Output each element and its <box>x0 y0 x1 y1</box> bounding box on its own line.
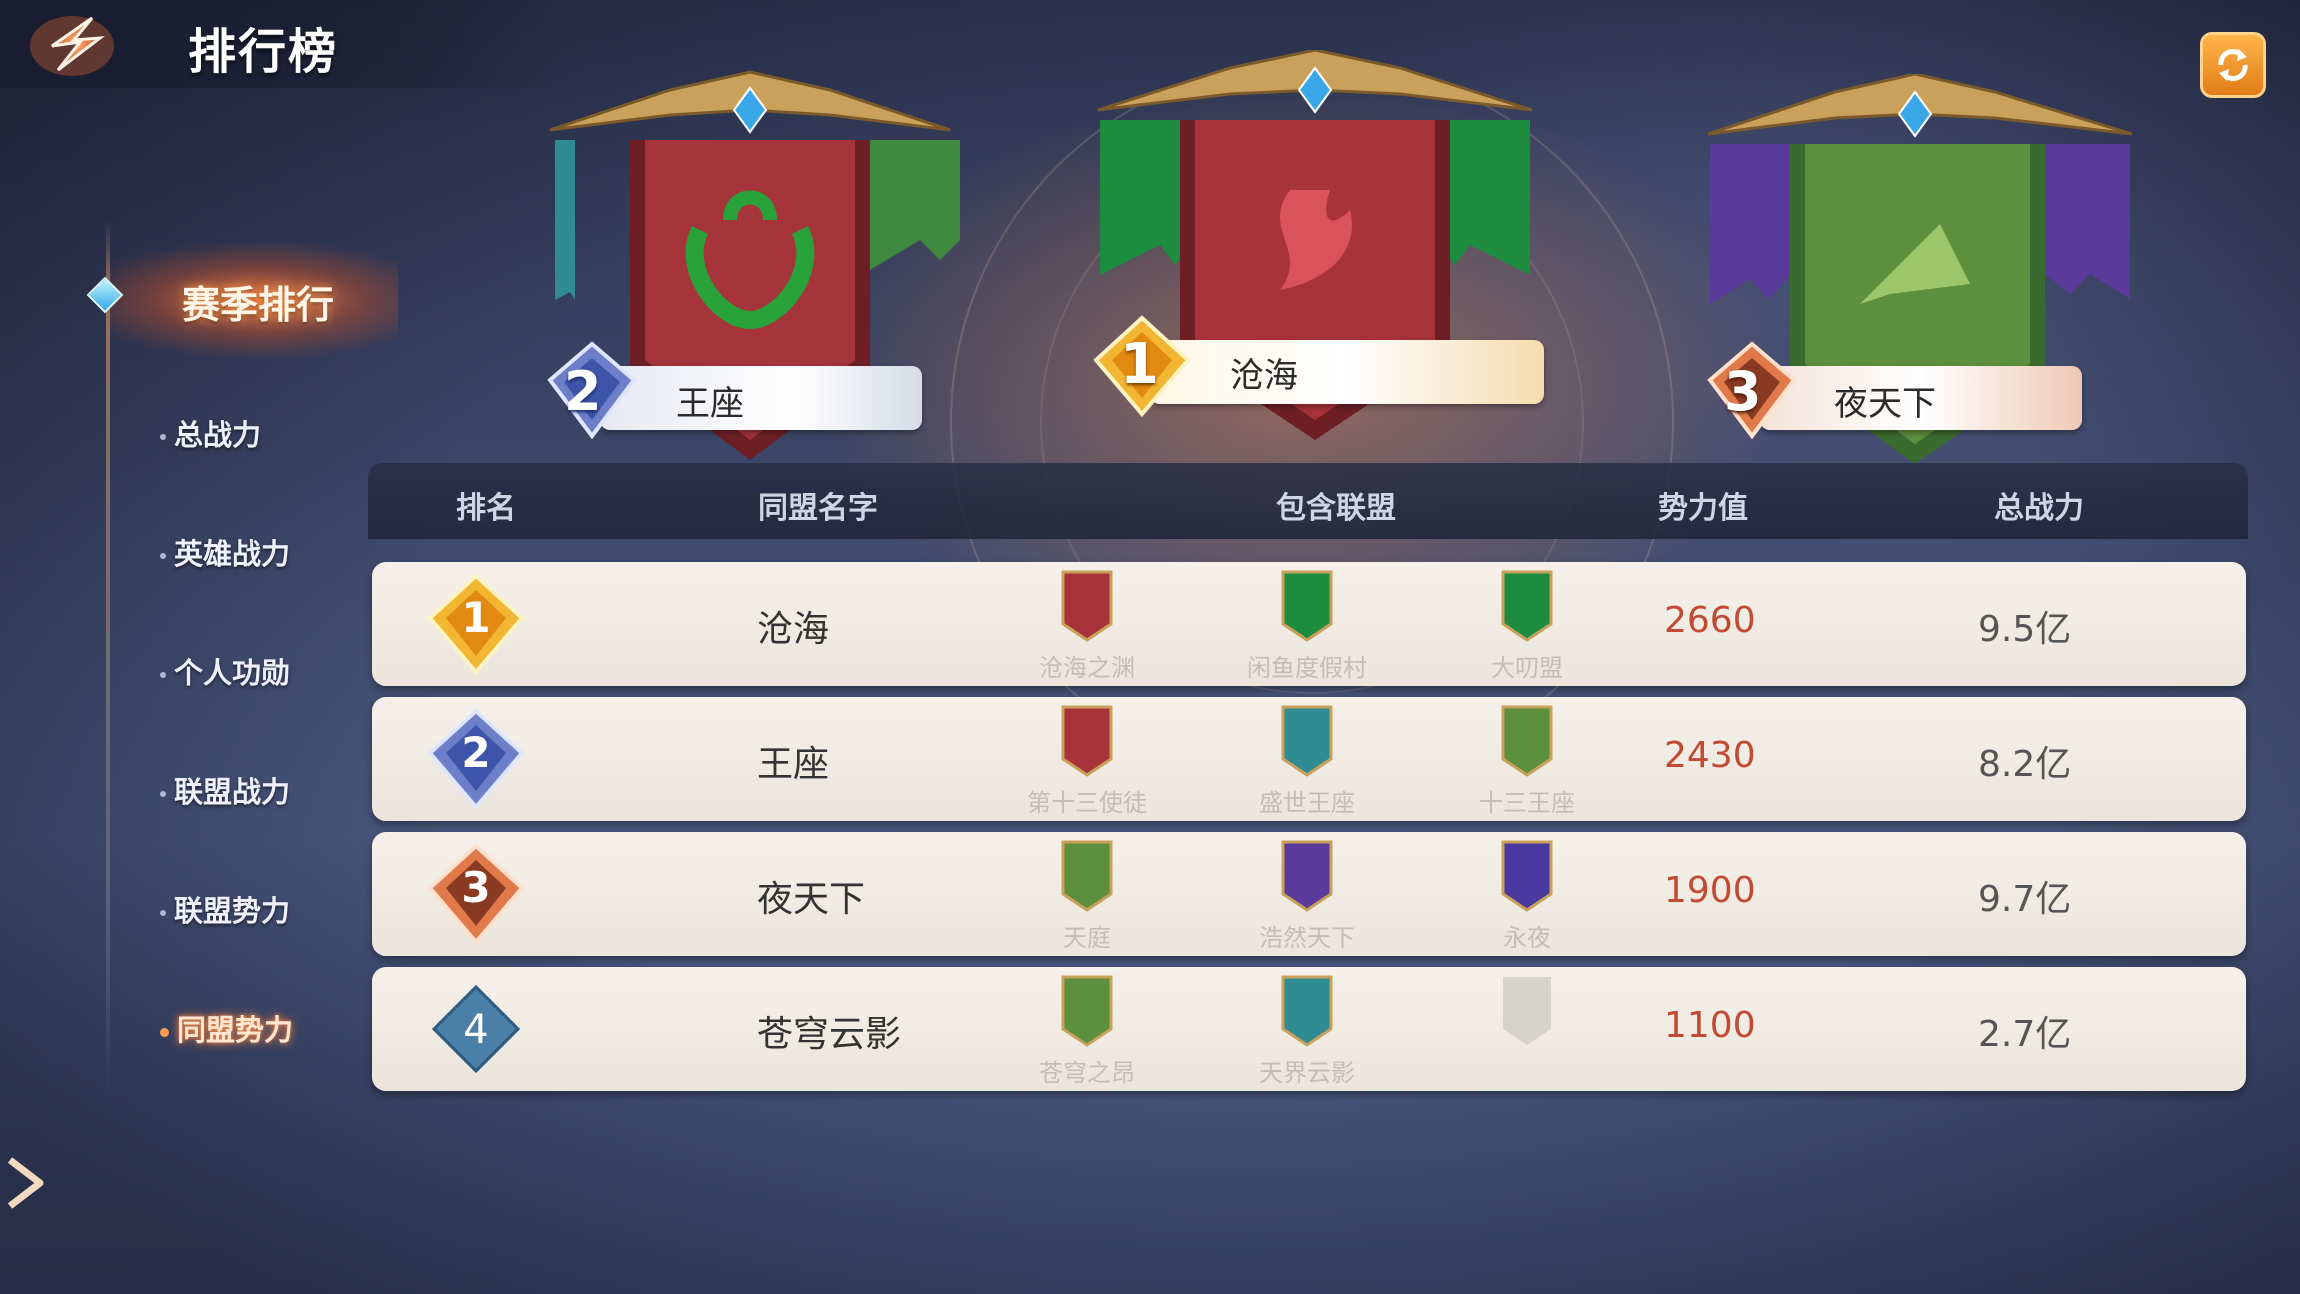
podium-third-rank: 3 <box>1724 360 1762 423</box>
table-row[interactable]: 4 苍穹云影 苍穹之昂 天界云影 1100 2.7亿 <box>372 967 2246 1091</box>
podium-third: 3 夜天下 <box>1690 74 2150 474</box>
rank-number: 4 <box>463 1007 488 1053</box>
total-power-value: 2.7亿 <box>1978 1014 2072 1055</box>
member-alliance[interactable]: 闲鱼度假村 <box>1222 568 1392 682</box>
bullet-icon <box>160 1027 169 1037</box>
podium-first-rank: 1 <box>1120 332 1159 397</box>
power-value: 2660 <box>1664 600 1756 641</box>
member-alliance-name: 大叨盟 <box>1491 654 1563 682</box>
member-alliance[interactable]: 浩然天下 <box>1222 838 1392 952</box>
header-power: 势力值 <box>1658 491 1748 526</box>
sidebar-item-hero-power[interactable]: 英雄战力 <box>160 531 290 573</box>
member-alliance[interactable]: 大叨盟 <box>1442 568 1612 682</box>
expand-sidebar-button[interactable] <box>4 1148 54 1218</box>
banner-icon <box>1501 705 1553 777</box>
total-power-value: 9.5亿 <box>1978 609 2072 650</box>
member-alliance-name: 天界云影 <box>1259 1059 1355 1087</box>
member-alliance-name: 浩然天下 <box>1259 924 1355 952</box>
empty-member-slot <box>1442 973 1612 1085</box>
sidebar-item-league-influence[interactable]: 同盟势力 <box>160 1007 293 1049</box>
league-name: 沧海 <box>757 609 830 650</box>
refresh-button[interactable] <box>2200 32 2266 98</box>
tab-season-ranking[interactable]: 赛季排行 <box>108 230 398 370</box>
ranking-table-header: 排名 同盟名字 包含联盟 势力值 总战力 <box>368 463 2248 539</box>
rank-number: 2 <box>461 728 490 777</box>
member-alliance-name: 苍穹之昂 <box>1039 1059 1135 1087</box>
banner-icon <box>1281 840 1333 912</box>
sidebar-item-alliance-influence[interactable]: 联盟势力 <box>160 888 290 930</box>
member-alliance[interactable]: 盛世王座 <box>1222 703 1392 817</box>
header-rank: 排名 <box>456 491 516 526</box>
member-alliance[interactable]: 十三王座 <box>1442 703 1612 817</box>
banner-icon <box>1281 975 1333 1047</box>
table-row[interactable]: 3 夜天下 天庭 浩然天下 永夜 1900 9.7亿 <box>372 832 2246 956</box>
podium-first-name: 沧海 <box>1230 356 1298 396</box>
bullet-icon <box>160 553 166 559</box>
podium-third-name: 夜天下 <box>1834 384 1936 424</box>
header-total-power: 总战力 <box>1994 491 2084 526</box>
bullet-icon <box>160 910 166 916</box>
member-alliance-name: 闲鱼度假村 <box>1247 654 1367 682</box>
header-members: 包含联盟 <box>1276 491 1396 526</box>
bullet-icon <box>160 791 166 797</box>
back-arrow-icon <box>30 16 114 76</box>
banner-icon <box>1061 570 1113 642</box>
podium-first-nameplate <box>1150 340 1544 404</box>
league-name: 苍穹云影 <box>757 1014 902 1055</box>
banner-icon <box>1061 840 1113 912</box>
table-row[interactable]: 1 沧海 沧海之渊 闲鱼度假村 大叨盟 2660 9.5亿 <box>372 562 2246 686</box>
rank-badge-icon: 2 <box>427 708 525 811</box>
podium-second-name: 王座 <box>676 384 744 424</box>
rank-number: 1 <box>461 593 490 642</box>
podium-first: 1 沧海 <box>1080 50 1550 460</box>
rank-badge-icon: 4 <box>431 984 521 1074</box>
rank-badge-icon: 3 <box>427 843 525 946</box>
banner-icon <box>1281 705 1333 777</box>
bullet-icon <box>160 434 166 440</box>
power-value: 1900 <box>1664 870 1756 911</box>
total-power-value: 9.7亿 <box>1978 879 2072 920</box>
podium-second-rank: 2 <box>564 360 602 423</box>
power-value: 2430 <box>1664 735 1756 776</box>
power-value: 1100 <box>1664 1005 1756 1046</box>
refresh-icon <box>2218 49 2248 81</box>
member-alliance-name: 沧海之渊 <box>1039 654 1135 682</box>
back-button[interactable] <box>22 8 122 80</box>
member-alliance[interactable]: 苍穹之昂 <box>1002 973 1172 1087</box>
page-title: 排行榜 <box>188 24 339 80</box>
bullet-icon <box>160 672 166 678</box>
rank-number: 3 <box>461 863 490 912</box>
member-alliance[interactable]: 天庭 <box>1002 838 1172 952</box>
total-power-value: 8.2亿 <box>1978 744 2072 785</box>
expand-arrow-icon <box>7 1157 44 1209</box>
member-alliance[interactable]: 永夜 <box>1442 838 1612 952</box>
sidebar-item-total-power[interactable]: 总战力 <box>160 412 261 454</box>
banner-icon <box>1501 840 1553 912</box>
member-alliance-name: 天庭 <box>1063 924 1111 952</box>
empty-banner-icon <box>1503 977 1551 1045</box>
member-alliance[interactable]: 第十三使徒 <box>1002 703 1172 817</box>
member-alliance-name: 第十三使徒 <box>1027 789 1147 817</box>
banner-icon <box>1281 570 1333 642</box>
banner-icon <box>1061 975 1113 1047</box>
podium-second-nameplate <box>600 366 922 430</box>
top-bar: 排行榜 <box>0 0 560 88</box>
header-league-name: 同盟名字 <box>758 491 878 526</box>
member-alliance-name: 永夜 <box>1503 924 1551 952</box>
league-name: 夜天下 <box>757 879 866 920</box>
podium-second: 2 王座 <box>530 70 990 470</box>
banner-icon <box>1501 570 1553 642</box>
table-row[interactable]: 2 王座 第十三使徒 盛世王座 十三王座 2430 8.2亿 <box>372 697 2246 821</box>
rank-badge-icon: 1 <box>427 573 525 676</box>
member-alliance-name: 盛世王座 <box>1259 789 1355 817</box>
sidebar-item-personal-merit[interactable]: 个人功勋 <box>160 650 290 692</box>
league-name: 王座 <box>757 744 830 785</box>
sidebar-item-alliance-power[interactable]: 联盟战力 <box>160 769 290 811</box>
member-alliance[interactable]: 沧海之渊 <box>1002 568 1172 682</box>
tab-season-ranking-label: 赛季排行 <box>182 283 335 327</box>
banner-icon <box>1061 705 1113 777</box>
member-alliance-name: 十三王座 <box>1479 789 1575 817</box>
member-alliance[interactable]: 天界云影 <box>1222 973 1392 1087</box>
